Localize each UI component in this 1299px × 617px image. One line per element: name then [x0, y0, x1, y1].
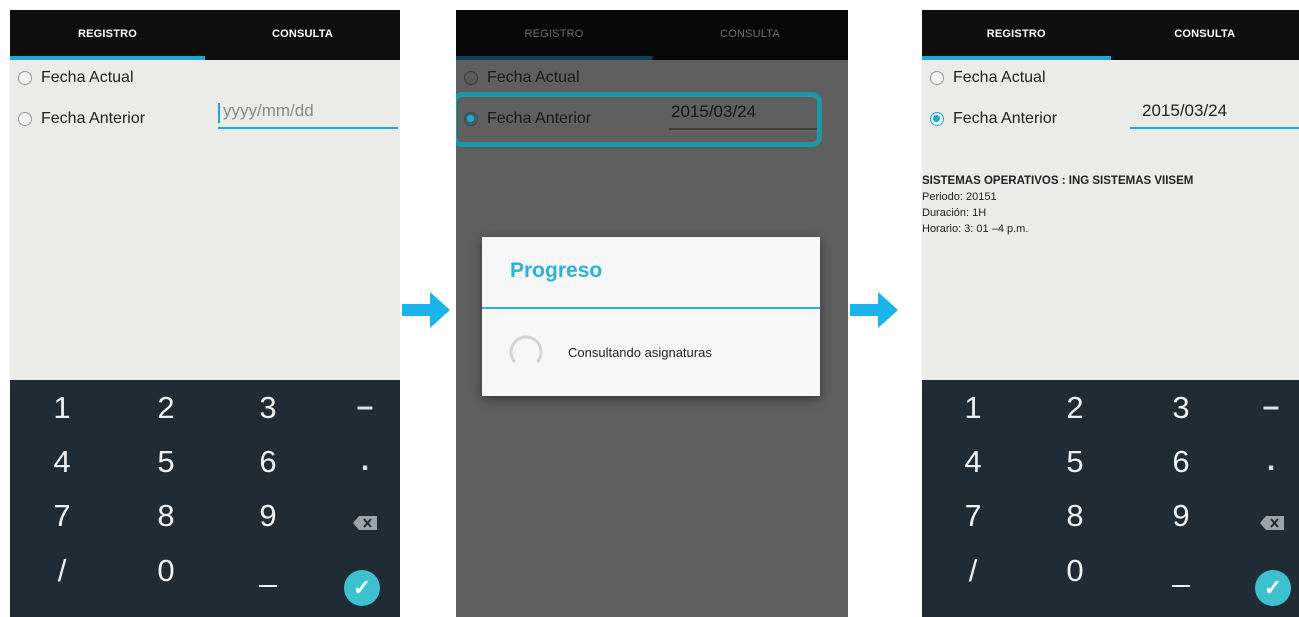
course-horario: Horario: 3: 01 –4 p.m. [922, 223, 1029, 235]
key-8[interactable]: 8 [131, 498, 201, 534]
date-placeholder: yyyy/mm/dd [223, 101, 314, 120]
key-5[interactable]: 5 [131, 444, 201, 480]
screen-result: REGISTRO CONSULTA Fecha Actual Fecha Ant… [922, 10, 1299, 617]
radio-fecha-actual[interactable]: Fecha Actual [464, 69, 580, 87]
date-value: 2015/03/24 [1142, 101, 1228, 120]
dialog-title: Progreso [510, 259, 603, 282]
key-7[interactable]: 7 [27, 498, 97, 534]
radio-fecha-actual[interactable]: Fecha Actual [18, 69, 134, 87]
numeric-keypad: 1 2 3 – 4 5 6 . 7 8 9 / 0 _ ✓ [10, 380, 400, 617]
course-info: SISTEMAS OPERATIVOS : ING SISTEMAS VIISE… [922, 173, 1193, 237]
key-4[interactable]: 4 [27, 444, 97, 480]
arrow-right-icon [402, 292, 450, 328]
tab-registro[interactable]: REGISTRO [456, 10, 652, 60]
tab-bar: REGISTRO CONSULTA [456, 10, 848, 60]
course-periodo: Periodo: 20151 [922, 191, 997, 203]
tab-registro[interactable]: REGISTRO [922, 10, 1111, 60]
confirm-button[interactable]: ✓ [1255, 570, 1291, 606]
radio-label: Fecha Anterior [41, 110, 146, 127]
radio-icon[interactable] [18, 112, 32, 126]
tab-registro[interactable]: REGISTRO [10, 10, 205, 60]
tab-consulta[interactable]: CONSULTA [1111, 10, 1299, 60]
radio-icon[interactable] [930, 112, 944, 126]
text-cursor [218, 103, 220, 123]
key-6[interactable]: 6 [233, 444, 303, 480]
key-dot[interactable]: . [330, 444, 400, 478]
date-input[interactable]: 2015/03/24 [1130, 101, 1299, 129]
tab-bar: REGISTRO CONSULTA [10, 10, 400, 60]
radio-icon[interactable] [18, 71, 32, 85]
key-dot[interactable]: . [1236, 444, 1299, 478]
tab-consulta[interactable]: CONSULTA [205, 10, 400, 60]
key-0[interactable]: 0 [131, 553, 201, 589]
key-slash[interactable]: / [27, 553, 97, 589]
key-dash[interactable]: – [330, 390, 400, 424]
key-slash[interactable]: / [938, 553, 1008, 589]
radio-label: Fecha Actual [953, 69, 1046, 86]
key-0[interactable]: 0 [1040, 553, 1110, 589]
radio-label: Fecha Actual [41, 69, 134, 86]
backspace-icon[interactable] [1260, 516, 1284, 530]
selection-highlight [456, 92, 822, 147]
key-9[interactable]: 9 [1146, 498, 1216, 534]
course-duracion: Duración: 1H [922, 207, 987, 219]
confirm-button[interactable]: ✓ [344, 570, 380, 606]
key-8[interactable]: 8 [1040, 498, 1110, 534]
key-7[interactable]: 7 [938, 498, 1008, 534]
arrow-right-icon [850, 292, 898, 328]
backspace-icon[interactable] [353, 516, 377, 530]
date-input[interactable]: yyyy/mm/dd [218, 101, 398, 129]
key-underscore[interactable]: _ [233, 553, 303, 589]
radio-icon[interactable] [930, 71, 944, 85]
dialog-message: Consultando asignaturas [568, 345, 712, 360]
radio-label: Fecha Anterior [953, 110, 1058, 127]
radio-icon[interactable] [464, 71, 478, 85]
key-9[interactable]: 9 [233, 498, 303, 534]
key-1[interactable]: 1 [27, 390, 97, 426]
radio-fecha-anterior[interactable]: Fecha Anterior [18, 110, 145, 128]
key-dash[interactable]: – [1236, 390, 1299, 424]
progress-dialog: Progreso Consultando asignaturas [482, 237, 820, 396]
key-1[interactable]: 1 [938, 390, 1008, 426]
key-5[interactable]: 5 [1040, 444, 1110, 480]
key-6[interactable]: 6 [1146, 444, 1216, 480]
spinner-icon [509, 335, 543, 363]
key-2[interactable]: 2 [1040, 390, 1110, 426]
radio-fecha-anterior[interactable]: Fecha Anterior [930, 110, 1057, 128]
check-icon: ✓ [1263, 575, 1283, 600]
check-icon: ✓ [352, 575, 372, 600]
key-2[interactable]: 2 [131, 390, 201, 426]
key-3[interactable]: 3 [1146, 390, 1216, 426]
radio-label: Fecha Actual [487, 69, 580, 86]
key-underscore[interactable]: _ [1146, 553, 1216, 589]
tab-consulta[interactable]: CONSULTA [652, 10, 848, 60]
course-title: SISTEMAS OPERATIVOS : ING SISTEMAS VIISE… [922, 175, 1194, 187]
screen-loading: REGISTRO CONSULTA Fecha Actual Fecha Ant… [456, 10, 848, 617]
radio-fecha-actual[interactable]: Fecha Actual [930, 69, 1046, 87]
dialog-divider [482, 307, 820, 309]
screen-empty-date: REGISTRO CONSULTA Fecha Actual Fecha Ant… [10, 10, 400, 617]
numeric-keypad: 1 2 3 – 4 5 6 . 7 8 9 / 0 _ ✓ [922, 380, 1299, 617]
tab-bar: REGISTRO CONSULTA [922, 10, 1299, 60]
key-4[interactable]: 4 [938, 444, 1008, 480]
key-3[interactable]: 3 [233, 390, 303, 426]
